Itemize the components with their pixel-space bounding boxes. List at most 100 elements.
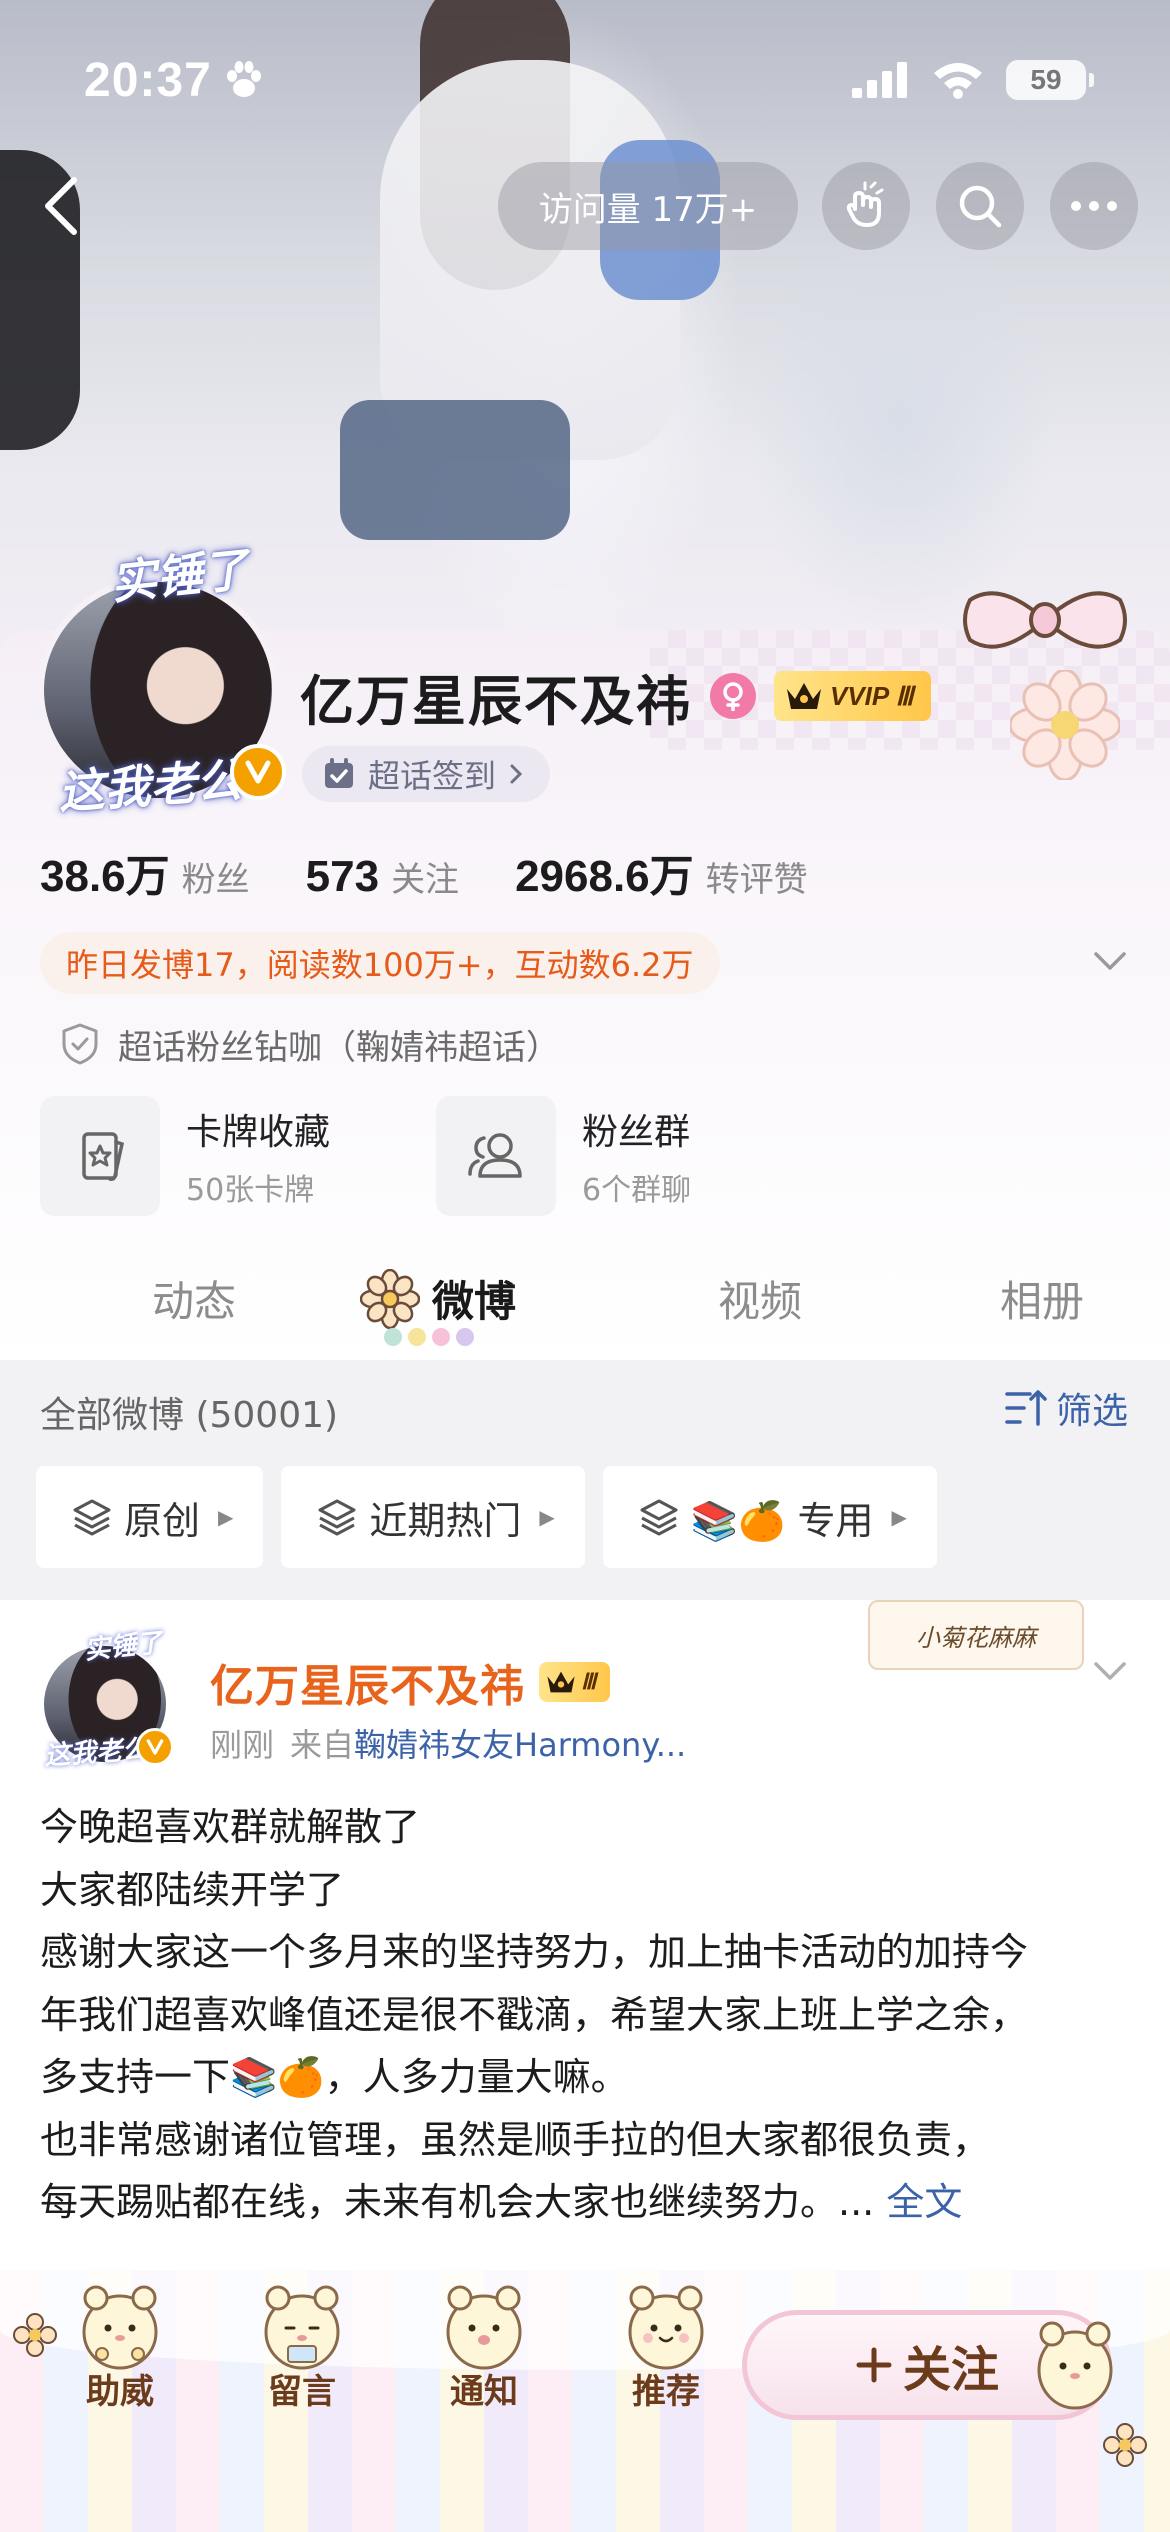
bottom-action-label: 留言: [268, 2372, 336, 2412]
profile-name: 亿万星辰不及祎: [300, 669, 692, 733]
post-vip-label: Ⅲ: [581, 1669, 597, 1694]
stat-label: 粉丝: [181, 860, 250, 900]
status-right: 59: [850, 60, 1094, 100]
tab-dynamics[interactable]: 动态: [152, 1268, 236, 1329]
verified-badge-icon: [230, 744, 286, 800]
signal-icon: [852, 62, 907, 98]
visits-count-pill[interactable]: 访问量 17万+: [498, 162, 798, 250]
stat-value: 2968.6万: [515, 852, 694, 901]
hand-poke-icon: [846, 181, 884, 227]
female-gender-icon: [710, 673, 756, 719]
chip-dedicated[interactable]: 📚🍊 专用 ▶: [602, 1466, 937, 1568]
post-time: 刚刚: [210, 1726, 275, 1764]
stat-label: 转评赞: [705, 860, 808, 900]
post-source-prefix: 来自: [290, 1726, 355, 1764]
flower-tab-icon: [360, 1268, 420, 1329]
small-flower-icon: [13, 2313, 57, 2357]
post-decoration-sticker: 小菊花麻麻: [868, 1600, 1084, 1670]
flower-decoration-icon: [1010, 670, 1120, 780]
profile-stats: 38.6万 粉丝 573 关注 2968.6万 转评赞: [40, 840, 808, 902]
fan-title-row[interactable]: 超话粉丝钻咖（鞠婧祎超话）: [60, 1016, 560, 1072]
hamster-message-icon: [264, 2285, 340, 2370]
stat-interactions[interactable]: 2968.6万 转评赞: [515, 840, 808, 904]
filter-sort-icon: [1005, 1390, 1047, 1426]
wifi-icon: [934, 63, 982, 99]
vvip-badge[interactable]: VVIP Ⅲ: [774, 671, 932, 721]
activity-summary[interactable]: 昨日发博17，阅读数100万+，互动数6.2万: [40, 932, 720, 994]
post-author-name[interactable]: 亿万星辰不及祎: [210, 1650, 525, 1714]
tab-albums[interactable]: 相册: [1000, 1268, 1084, 1329]
quick-card-card-collection[interactable]: 卡牌收藏 50张卡牌: [40, 1096, 386, 1216]
chevron-right-icon: [510, 764, 523, 784]
status-bar: 20:37 59: [0, 40, 1170, 120]
notify-button[interactable]: 通知: [434, 2276, 534, 2413]
chip-original[interactable]: 原创 ▶: [36, 1466, 264, 1568]
hamster-follow-icon: [1037, 2321, 1113, 2410]
check-v-icon: [146, 1739, 164, 1755]
activity-summary-text: 昨日发博17，阅读数100万+，互动数6.2万: [66, 946, 694, 984]
quick-card-subtitle: 50张卡牌: [186, 1173, 315, 1208]
card-icon: [82, 1132, 125, 1181]
tab-label: 视频: [718, 1277, 803, 1326]
plus-icon: [856, 2347, 892, 2383]
more-button[interactable]: [1050, 162, 1138, 250]
vvip-badge-label: VVIP Ⅲ: [830, 680, 914, 711]
bow-decoration-icon: [963, 591, 1127, 649]
caret-right-icon: ▶: [218, 1505, 234, 1529]
post-vip-badge[interactable]: Ⅲ: [539, 1662, 611, 1702]
super-topic-checkin-button[interactable]: 超话签到: [302, 746, 551, 802]
back-arrow-icon: [45, 177, 77, 235]
bottom-action-label: 推荐: [632, 2372, 700, 2412]
avatar-frame-text-bottom: 这我老公: [56, 752, 244, 820]
chevron-down-icon[interactable]: [1090, 1656, 1130, 1686]
message-button[interactable]: 留言: [252, 2276, 352, 2413]
shield-icon: [62, 1023, 98, 1065]
post-meta: 刚刚 来自鞠婧祎女友Harmony...: [210, 1720, 686, 1766]
post-line: 今晚超喜欢群就解散了: [40, 1805, 421, 1849]
profile-avatar-group[interactable]: 实锤了 这我老公: [20, 540, 300, 819]
tab-label: 动态: [152, 1277, 237, 1326]
stat-value: 573: [305, 852, 380, 901]
post-source-link[interactable]: 鞠婧祎女友Harmony...: [354, 1726, 686, 1764]
post-line: 年我们超喜欢峰值还是很不戳滴，希望大家上班上学之余，: [40, 1992, 1029, 2037]
post-avatar-frame-text-bottom: 这我老公: [43, 1734, 150, 1772]
quick-card-text: 卡牌收藏 50张卡牌: [186, 1103, 330, 1209]
filter-chips: 原创 ▶ 近期热门 ▶ 📚🍊 专用 ▶: [36, 1466, 937, 1568]
post-last-line: 每天踢贴都在线，未来有机会大家也继续努力。... 全文: [40, 2171, 1140, 2234]
crown-icon: [787, 683, 821, 709]
recommend-button[interactable]: 推荐: [616, 2276, 716, 2413]
hamster-recommend-icon: [628, 2285, 704, 2370]
full-text-link[interactable]: 全文: [886, 2180, 962, 2224]
tab-label: 微博: [432, 1277, 517, 1326]
more-dots-icon: [1071, 201, 1117, 211]
chip-label: 📚🍊 专用: [690, 1498, 874, 1543]
filter-button[interactable]: 筛选: [1004, 1382, 1128, 1434]
stat-following[interactable]: 573 关注: [306, 852, 459, 902]
search-button[interactable]: [936, 162, 1024, 250]
chip-recent-hot[interactable]: 近期热门 ▶: [281, 1466, 585, 1568]
quick-card-fan-groups[interactable]: 粉丝群 6个群聊: [436, 1096, 782, 1216]
stat-followers[interactable]: 38.6万 粉丝: [40, 840, 250, 904]
profile-name-row: 亿万星辰不及祎 VVIP Ⅲ: [300, 660, 932, 733]
post-body[interactable]: 今晚超喜欢群就解散了 大家都陆续开学了 感谢大家这一个多月来的坚持努力，加上抽卡…: [40, 1796, 1140, 2234]
cheer-button[interactable]: 助威: [70, 2276, 170, 2413]
bottom-action-label: 助威: [86, 2372, 154, 2412]
layers-icon: [318, 1499, 356, 1536]
poke-button[interactable]: [822, 162, 910, 250]
card-collection-icon-box: [40, 1096, 160, 1216]
tab-weibo[interactable]: 微博: [360, 1268, 516, 1329]
post-avatar-group[interactable]: 实锤了 这我老公: [38, 1620, 178, 1772]
chip-label: 近期热门: [369, 1498, 522, 1543]
profile-tabs: 动态 微博 视频 相册: [0, 1250, 1170, 1360]
back-button[interactable]: [30, 174, 94, 238]
battery-indicator: 59: [1006, 60, 1094, 100]
hamster-notify-icon: [446, 2285, 522, 2370]
paw-icon: [226, 61, 261, 97]
chevron-down-icon[interactable]: [1090, 946, 1130, 976]
search-icon: [959, 185, 1002, 228]
chip-label: 原创: [124, 1498, 201, 1543]
tab-videos[interactable]: 视频: [718, 1268, 802, 1329]
weibo-post[interactable]: 实锤了 这我老公 亿万星辰不及祎 Ⅲ 刚刚 来自鞠婧祎女友Harmony... …: [0, 1600, 1170, 2270]
all-weibo-count: 全部微博 (50001): [40, 1395, 339, 1436]
top-navigation: 访问量 17万+: [0, 160, 1170, 252]
